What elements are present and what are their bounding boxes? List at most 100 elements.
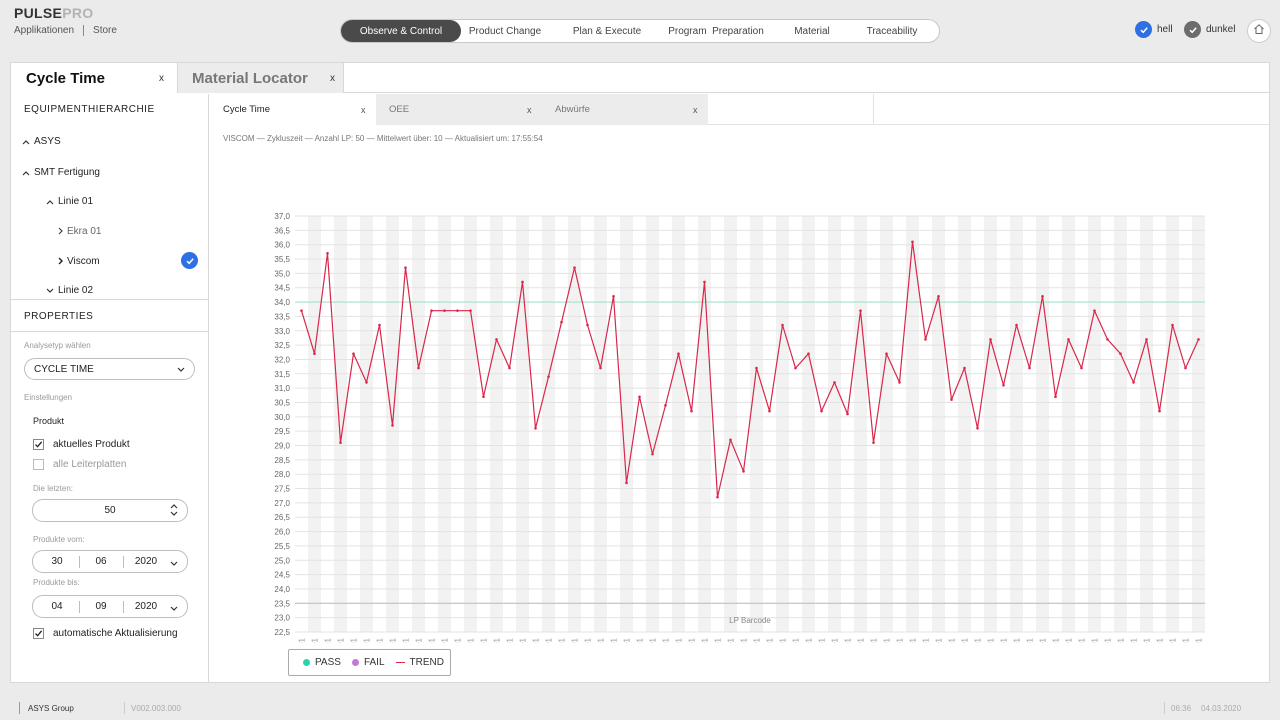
- y-tick-label: 33,5: [274, 312, 290, 321]
- chart-tab-abwuerfe[interactable]: Abwürfe x: [542, 94, 708, 125]
- x-tick-label: 00000001: [818, 637, 827, 643]
- trend-point: [664, 404, 667, 407]
- from-date-picker[interactable]: 30 06 2020: [32, 550, 188, 573]
- x-tick-label: 00000001: [922, 637, 931, 643]
- main-tab-material-locator[interactable]: Material Locator x: [177, 63, 344, 93]
- footer-datetime: 06:36 04.03.2020: [1164, 702, 1241, 714]
- tree-item-viscom[interactable]: Viscom: [57, 256, 100, 267]
- x-tick-label: 00000001: [298, 637, 307, 643]
- tree-item-linie-01[interactable]: Linie 01: [46, 196, 93, 207]
- tab-product-change[interactable]: Product Change: [461, 20, 549, 42]
- x-tick-label: 00000001: [805, 637, 814, 643]
- theme-dark-option[interactable]: dunkel: [1184, 21, 1235, 38]
- trend-point: [859, 309, 862, 312]
- y-tick-label: 25,5: [274, 542, 290, 551]
- legend-fail[interactable]: FAIL: [351, 657, 385, 668]
- to-day[interactable]: 04: [37, 601, 77, 612]
- trend-point: [677, 352, 680, 356]
- tab-plan-execute[interactable]: Plan & Execute: [549, 20, 665, 42]
- checkbox-checked-icon[interactable]: [33, 439, 44, 450]
- footer-version: V002.003.000: [124, 702, 181, 714]
- checkbox-unchecked-icon[interactable]: [33, 459, 44, 470]
- trend-point: [781, 323, 784, 327]
- legend-trend[interactable]: TREND: [395, 657, 444, 668]
- close-icon[interactable]: x: [159, 73, 164, 84]
- trend-point: [547, 375, 550, 378]
- theme-light-option[interactable]: hell: [1135, 21, 1173, 38]
- chart-tab-oee[interactable]: OEE x: [376, 94, 542, 125]
- y-tick-label: 23,0: [274, 614, 290, 623]
- x-tick-label: 00000001: [1156, 637, 1165, 643]
- x-tick-label: 00000001: [974, 637, 983, 643]
- store-link[interactable]: Store: [93, 25, 117, 36]
- trend-point: [1145, 338, 1148, 341]
- tree-item-linie-02[interactable]: Linie 02: [46, 285, 93, 296]
- date-separator: [123, 601, 124, 613]
- x-tick-label: 00000001: [896, 637, 905, 643]
- up-down-icon[interactable]: [170, 503, 178, 520]
- y-tick-label: 24,5: [274, 571, 290, 580]
- trend-point: [924, 338, 927, 341]
- tree-item-ekra-01[interactable]: Ekra 01: [57, 226, 101, 237]
- home-button[interactable]: [1247, 19, 1271, 43]
- brand-main: PULSE: [14, 5, 63, 21]
- checkbox-checked-icon[interactable]: [33, 628, 44, 639]
- main-tab-cycle-time[interactable]: Cycle Time x: [11, 63, 177, 93]
- applications-link[interactable]: Applikationen: [14, 25, 74, 36]
- x-tick-label: 00000001: [597, 637, 606, 643]
- from-year[interactable]: 2020: [126, 556, 166, 567]
- y-tick-label: 27,5: [274, 485, 290, 494]
- x-tick-label: 00000001: [714, 637, 723, 643]
- close-icon[interactable]: x: [330, 73, 335, 84]
- to-month[interactable]: 09: [81, 601, 121, 612]
- y-tick-label: 25,0: [274, 556, 290, 565]
- current-product-option[interactable]: aktuelles Produkt: [33, 439, 130, 450]
- chart-tab-cycle-time[interactable]: Cycle Time x: [210, 94, 376, 125]
- last-n-stepper[interactable]: 50: [32, 499, 188, 522]
- analysis-type-label: Analysetyp wählen: [24, 341, 91, 350]
- trend-point: [560, 320, 563, 324]
- tab-traceability[interactable]: Traceability: [857, 20, 927, 42]
- analysis-type-select[interactable]: CYCLE TIME: [24, 358, 195, 380]
- y-tick-label: 29,0: [274, 442, 290, 451]
- x-tick-label: 00000001: [493, 637, 502, 643]
- tab-material[interactable]: Material: [767, 20, 857, 42]
- close-icon[interactable]: x: [693, 105, 698, 115]
- company-name: ASYS Group: [28, 703, 74, 713]
- x-tick-label: 00000001: [649, 637, 658, 643]
- trend-point: [690, 409, 693, 413]
- tree-item-asys[interactable]: ASYS: [22, 136, 61, 147]
- chart-subtitle: VISCOM — Zykluszeit — Anzahl LP: 50 — Mi…: [223, 134, 543, 143]
- x-tick-label: 00000001: [467, 637, 476, 643]
- x-tick-label: 00000001: [506, 637, 515, 643]
- x-tick-label: 00000001: [1117, 637, 1126, 643]
- trend-point: [482, 395, 485, 399]
- y-tick-label: 34,5: [274, 284, 290, 293]
- trend-point: [612, 295, 615, 298]
- auto-update-option[interactable]: automatische Aktualisierung: [33, 628, 178, 639]
- tab-separator: [873, 94, 874, 125]
- close-icon[interactable]: x: [527, 105, 532, 115]
- x-tick-label: 00000001: [831, 637, 840, 643]
- tab-program-preparation[interactable]: Program Preparation: [665, 20, 767, 42]
- main-tab-label: Cycle Time: [26, 69, 105, 87]
- close-icon[interactable]: x: [361, 105, 366, 115]
- analysis-type-value: CYCLE TIME: [34, 363, 94, 375]
- trend-point: [313, 352, 316, 356]
- tree-item-smt-fertigung[interactable]: SMT Fertigung: [22, 167, 100, 178]
- to-date-picker[interactable]: 04 09 2020: [32, 595, 188, 618]
- x-tick-label: 00000001: [688, 637, 697, 643]
- grid-band: [542, 216, 555, 632]
- legend-pass[interactable]: PASS: [303, 657, 341, 668]
- to-year[interactable]: 2020: [126, 601, 166, 612]
- x-tick-label: 00000001: [584, 637, 593, 643]
- grid-band: [360, 216, 373, 632]
- tree-item-label: Linie 02: [58, 285, 94, 296]
- from-month[interactable]: 06: [81, 556, 121, 567]
- last-n-value: 50: [104, 505, 116, 516]
- tab-observe-control[interactable]: Observe & Control: [341, 20, 461, 42]
- all-boards-option[interactable]: alle Leiterplatten: [33, 459, 126, 470]
- x-tick-label: 00000001: [987, 637, 996, 643]
- x-tick-label: 00000001: [415, 637, 424, 643]
- from-day[interactable]: 30: [37, 556, 77, 567]
